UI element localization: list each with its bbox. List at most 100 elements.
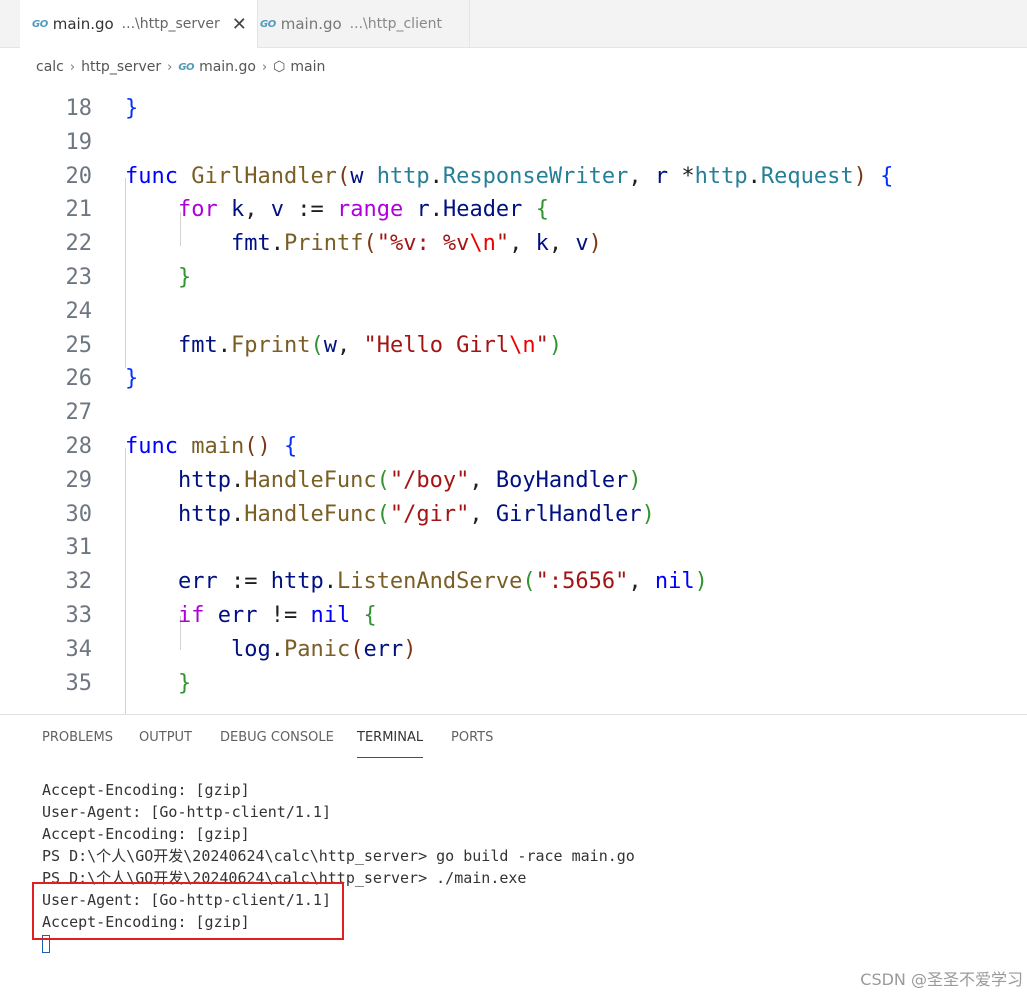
chevron-right-icon: › bbox=[261, 59, 268, 75]
code-line[interactable]: 31 bbox=[0, 531, 1027, 565]
code-editor[interactable]: 18} 19 20 func GirlHandler(w http.ResponseW… bbox=[0, 86, 1027, 714]
code-line[interactable]: 33 if err != nil { bbox=[0, 599, 1027, 633]
code-line[interactable]: 25 fmt.Fprint(w, "Hello Girl\n") bbox=[0, 329, 1027, 363]
code-token: ( bbox=[522, 569, 536, 595]
code-text: func GirlHandler(w http.ResponseWriter, … bbox=[125, 160, 893, 194]
line-number: 27 bbox=[65, 400, 93, 426]
tab-path: ...\http_client bbox=[349, 16, 442, 32]
code-token: for bbox=[177, 197, 218, 223]
code-token: http bbox=[694, 163, 748, 189]
code-line[interactable]: 23 } bbox=[0, 261, 1027, 295]
symbol-method-icon: ⬡ bbox=[273, 59, 286, 75]
tab-main-go-http-server[interactable]: GO main.go ...\http_server ✕ bbox=[20, 0, 258, 48]
code-token: w bbox=[350, 163, 364, 189]
code-token: , bbox=[548, 231, 576, 257]
breadcrumb-item-calc[interactable]: calc bbox=[36, 59, 64, 75]
breadcrumb-item-http-server[interactable]: http_server bbox=[81, 59, 161, 75]
code-line[interactable]: 27 bbox=[0, 396, 1027, 430]
terminal-line: Accept-Encoding: [gzip] bbox=[42, 825, 250, 843]
tab-main-go-http-client[interactable]: GO main.go ...\http_client bbox=[248, 0, 470, 48]
line-number: 34 bbox=[65, 636, 93, 662]
tab-filename: main.go bbox=[280, 15, 342, 33]
code-line[interactable]: 29 http.HandleFunc("/boy", BoyHandler) bbox=[0, 464, 1027, 498]
code-line[interactable]: 28 func main() { bbox=[0, 430, 1027, 464]
code-text: fmt.Printf("%v: %v\n", k, v) bbox=[125, 227, 602, 261]
code-line[interactable]: 18} bbox=[0, 92, 1027, 126]
line-number: 18 bbox=[65, 96, 93, 121]
code-token: ( bbox=[363, 231, 377, 257]
tab-path: ...\http_server bbox=[121, 16, 220, 32]
code-text: func main() { bbox=[125, 430, 297, 464]
code-token: ) bbox=[628, 467, 642, 493]
code-token: "/boy" bbox=[389, 467, 470, 493]
code-line[interactable]: 19 bbox=[0, 126, 1027, 160]
code-token: "%v: %v bbox=[376, 231, 470, 257]
code-token: v bbox=[575, 231, 589, 257]
go-file-icon: GO bbox=[260, 18, 276, 30]
bottom-panel: PROBLEMS OUTPUT DEBUG CONSOLE TERMINAL P… bbox=[0, 714, 1027, 996]
tab-ports[interactable]: PORTS bbox=[451, 727, 493, 757]
line-number: 31 bbox=[65, 535, 93, 561]
code-token: ) bbox=[548, 332, 563, 358]
code-token: fmt bbox=[177, 332, 218, 358]
tab-terminal[interactable]: TERMINAL bbox=[357, 727, 424, 758]
code-line[interactable]: 34 log.Panic(err) bbox=[0, 633, 1027, 667]
code-token: . bbox=[429, 163, 443, 189]
code-token: , bbox=[336, 332, 364, 358]
code-token: Printf bbox=[283, 231, 364, 257]
tab-problems[interactable]: PROBLEMS bbox=[42, 727, 113, 757]
code-line[interactable]: 32 err := http.ListenAndServe(":5656", n… bbox=[0, 565, 1027, 599]
tab-output[interactable]: OUTPUT bbox=[139, 727, 192, 757]
code-text: } bbox=[125, 667, 191, 701]
highlight-annotation-box bbox=[32, 882, 344, 940]
code-text: if err != nil { bbox=[125, 599, 377, 633]
line-number: 23 bbox=[65, 265, 93, 290]
code-token: . bbox=[217, 332, 231, 358]
code-line[interactable]: 35 } bbox=[0, 667, 1027, 701]
code-line[interactable]: 30 http.HandleFunc("/gir", GirlHandler) bbox=[0, 498, 1027, 532]
code-line[interactable]: 22 fmt.Printf("%v: %v\n", k, v) bbox=[0, 227, 1027, 261]
code-line[interactable]: 24 bbox=[0, 295, 1027, 329]
code-token: r bbox=[416, 197, 430, 223]
code-token: ( bbox=[310, 332, 324, 358]
code-token: . bbox=[270, 231, 284, 257]
line-number: 29 bbox=[65, 467, 93, 493]
code-token: HandleFunc bbox=[244, 501, 377, 527]
code-token: Request bbox=[760, 163, 854, 189]
code-token: Fprint bbox=[230, 332, 311, 358]
code-token: ) bbox=[853, 163, 867, 189]
close-icon[interactable]: ✕ bbox=[232, 14, 247, 35]
code-line[interactable]: 26} bbox=[0, 362, 1027, 396]
code-token: } bbox=[177, 670, 192, 696]
code-token: http bbox=[177, 501, 231, 527]
code-line[interactable]: 21 for k, v := range r.Header { bbox=[0, 193, 1027, 227]
breadcrumb-item-main-go[interactable]: main.go bbox=[199, 59, 256, 75]
code-token: , bbox=[509, 231, 536, 257]
code-text: http.HandleFunc("/gir", GirlHandler) bbox=[125, 498, 655, 532]
tab-debug-console[interactable]: DEBUG CONSOLE bbox=[220, 727, 334, 757]
code-token: ( bbox=[350, 636, 364, 662]
code-token: := bbox=[217, 569, 271, 595]
code-token: func bbox=[125, 163, 178, 189]
breadcrumb: calc › http_server › GO main.go › ⬡ main bbox=[0, 48, 1027, 86]
code-line[interactable]: 20 func GirlHandler(w http.ResponseWriter… bbox=[0, 160, 1027, 194]
code-token: , bbox=[244, 197, 271, 223]
code-token: GirlHandler bbox=[191, 163, 337, 189]
code-token: GirlHandler bbox=[495, 501, 642, 527]
breadcrumb-item-main[interactable]: main bbox=[290, 59, 325, 75]
code-token: err bbox=[363, 636, 404, 662]
code-token: ( bbox=[336, 163, 351, 189]
code-text: } bbox=[125, 261, 191, 295]
code-token: ) bbox=[694, 569, 708, 595]
code-token: := bbox=[283, 197, 337, 223]
code-token: v bbox=[270, 197, 284, 223]
line-number: 30 bbox=[65, 501, 93, 527]
